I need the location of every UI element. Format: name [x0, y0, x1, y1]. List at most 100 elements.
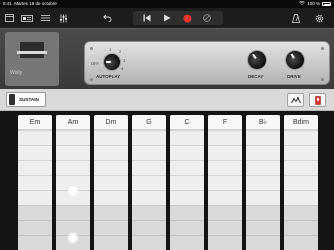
strip-cell[interactable]: [284, 175, 318, 190]
chord-label[interactable]: B♭: [246, 115, 280, 130]
strip-cell[interactable]: [132, 160, 166, 175]
chord-strip-bdim[interactable]: Bdim: [284, 115, 318, 250]
tempo-icon[interactable]: [291, 12, 301, 24]
chord-label[interactable]: G: [132, 115, 166, 130]
browser-icon[interactable]: [4, 12, 14, 24]
chord-label[interactable]: C: [170, 115, 204, 130]
strip-cell[interactable]: [56, 205, 90, 220]
strip-cell[interactable]: [246, 175, 280, 190]
strip-cell[interactable]: [94, 205, 128, 220]
strip-cell[interactable]: [170, 205, 204, 220]
decay-knob[interactable]: [243, 46, 271, 74]
go-to-beginning-icon[interactable]: [141, 12, 153, 24]
strip-cell[interactable]: [208, 205, 242, 220]
decay-label: DECAY: [248, 74, 264, 79]
chord-strips-icon[interactable]: [287, 93, 304, 107]
strip-cell[interactable]: [18, 160, 52, 175]
strip-cell[interactable]: [94, 190, 128, 205]
strip-cell[interactable]: [246, 220, 280, 235]
chord-strip-am[interactable]: Am: [56, 115, 90, 250]
strip-cell[interactable]: [18, 205, 52, 220]
strip-cell[interactable]: [94, 130, 128, 145]
strip-cell[interactable]: [56, 160, 90, 175]
strip-cell[interactable]: [94, 220, 128, 235]
piano-icon: [17, 42, 47, 58]
strip-cell[interactable]: [246, 235, 280, 250]
strip-cell[interactable]: [56, 145, 90, 160]
strip-cell[interactable]: [132, 145, 166, 160]
strip-cell[interactable]: [170, 190, 204, 205]
strip-cell[interactable]: [170, 160, 204, 175]
strip-cell[interactable]: [246, 130, 280, 145]
strip-cell[interactable]: [284, 145, 318, 160]
chord-label[interactable]: Dm: [94, 115, 128, 130]
strip-cell[interactable]: [170, 130, 204, 145]
mixer-icon[interactable]: [58, 12, 69, 24]
chord-strip-dm[interactable]: Dm: [94, 115, 128, 250]
strip-cell[interactable]: [18, 235, 52, 250]
sustain-pedal[interactable]: SUSTAIN: [6, 92, 46, 107]
strip-cell[interactable]: [170, 145, 204, 160]
metronome-icon[interactable]: [201, 12, 213, 24]
strip-cell[interactable]: [132, 130, 166, 145]
track-controls-icon[interactable]: [40, 12, 50, 24]
strip-cell[interactable]: [132, 175, 166, 190]
chord-label[interactable]: Bdim: [284, 115, 318, 130]
record-icon[interactable]: [181, 12, 193, 24]
strip-cell[interactable]: [208, 160, 242, 175]
strip-cell[interactable]: [208, 145, 242, 160]
undo-icon[interactable]: [101, 12, 113, 24]
chord-strip-bb[interactable]: B♭: [246, 115, 280, 250]
chord-label[interactable]: F: [208, 115, 242, 130]
keyboard-toggle-icon[interactable]: [309, 93, 326, 107]
strip-cell[interactable]: [246, 160, 280, 175]
chord-label[interactable]: Em: [18, 115, 52, 130]
autoplay-off-label: OFF: [91, 61, 99, 66]
strip-cell[interactable]: [132, 205, 166, 220]
strip-cell[interactable]: [18, 130, 52, 145]
strip-cell[interactable]: [170, 220, 204, 235]
strip-cell[interactable]: [208, 190, 242, 205]
drive-knob[interactable]: [281, 46, 309, 74]
strip-cell[interactable]: [132, 220, 166, 235]
strip-cell[interactable]: [132, 190, 166, 205]
strip-cell[interactable]: [208, 130, 242, 145]
chord-strip-g[interactable]: G: [132, 115, 166, 250]
strip-cell[interactable]: [18, 190, 52, 205]
strip-cell[interactable]: [18, 145, 52, 160]
strip-cell[interactable]: [284, 205, 318, 220]
chord-strip-f[interactable]: F: [208, 115, 242, 250]
strip-cell[interactable]: [94, 145, 128, 160]
screw: [90, 78, 93, 81]
strip-cell[interactable]: [132, 235, 166, 250]
autoplay-knob[interactable]: [103, 53, 121, 71]
strip-cell[interactable]: [208, 175, 242, 190]
strip-cell[interactable]: [56, 130, 90, 145]
strip-cell[interactable]: [246, 190, 280, 205]
strip-cell[interactable]: [246, 205, 280, 220]
chord-strip-c[interactable]: C: [170, 115, 204, 250]
strip-cell[interactable]: [284, 235, 318, 250]
strip-cell[interactable]: [94, 160, 128, 175]
strip-cell[interactable]: [208, 235, 242, 250]
strip-cell[interactable]: [284, 160, 318, 175]
settings-icon[interactable]: [313, 12, 325, 24]
strip-cell[interactable]: [94, 175, 128, 190]
play-icon[interactable]: [161, 12, 173, 24]
strip-cell[interactable]: [208, 220, 242, 235]
tracks-view-icon[interactable]: [21, 12, 33, 24]
strip-cell[interactable]: [284, 220, 318, 235]
strip-cell[interactable]: [284, 130, 318, 145]
chord-label[interactable]: Am: [56, 115, 90, 130]
strip-cell[interactable]: [170, 235, 204, 250]
strip-cell[interactable]: [284, 190, 318, 205]
strip-cell[interactable]: [18, 175, 52, 190]
chord-strip-em[interactable]: Em: [18, 115, 52, 250]
battery-icon: [322, 2, 331, 6]
strip-cell[interactable]: [18, 220, 52, 235]
strip-cell[interactable]: [94, 235, 128, 250]
strip-cell[interactable]: [170, 175, 204, 190]
autoplay-position-3: 3: [123, 58, 126, 63]
strip-cell[interactable]: [246, 145, 280, 160]
instrument-selector[interactable]: Wolly: [5, 32, 59, 86]
